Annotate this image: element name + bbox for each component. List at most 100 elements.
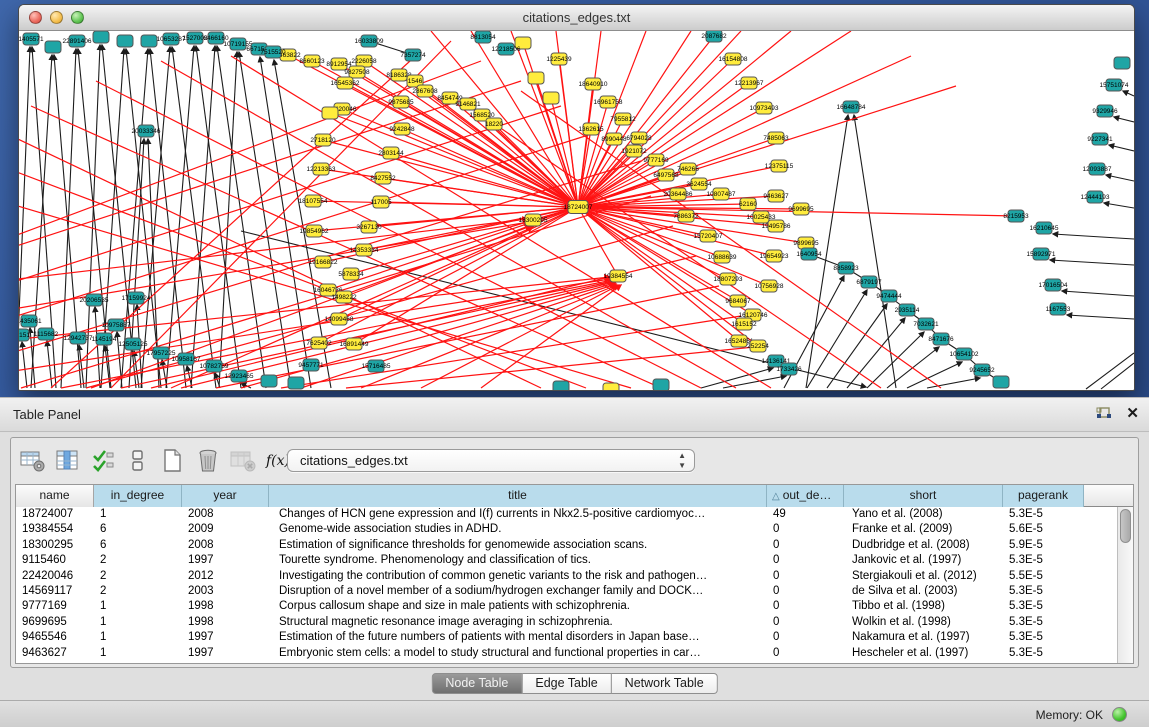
cell-title: Estimation of significance thresholds fo… [269, 538, 767, 553]
select-rows-icon[interactable] [87, 446, 119, 476]
merge-icon[interactable] [122, 446, 154, 476]
graph-node-label: 12505125 [119, 341, 148, 348]
tab-edge-table[interactable]: Edge Table [522, 673, 611, 694]
graph-node-label: 16210645 [1030, 225, 1059, 232]
table-panel-body: f(x) citations_edges.txt ▲▼ namein_degre… [0, 433, 1149, 700]
table-row[interactable]: 1456911722003Disruption of a novel membe… [16, 584, 1117, 599]
graph-node-label: 9777169 [643, 157, 669, 164]
cell-in-degree: 1 [94, 630, 182, 645]
graph-node[interactable] [993, 376, 1009, 388]
window-title: citations_edges.txt [19, 10, 1134, 25]
graph-node-label: 7357274 [400, 52, 426, 59]
graph-node-label: 7886372 [673, 213, 699, 220]
table-scrollbar[interactable] [1117, 507, 1133, 663]
cell-out-degree: 0 [767, 630, 844, 645]
graph-node[interactable] [1114, 57, 1130, 69]
graph-node[interactable] [45, 41, 61, 53]
cell-out-degree: 0 [767, 615, 844, 630]
cell-in-degree: 1 [94, 615, 182, 630]
graph-node-label: 9146821 [455, 101, 481, 108]
graph-node-label: 12213363 [307, 166, 336, 173]
graph-node[interactable] [288, 377, 304, 389]
window-titlebar[interactable]: citations_edges.txt [19, 5, 1134, 31]
table-row[interactable]: 911546021997Tourette syndrome. Phenomeno… [16, 553, 1117, 568]
column-header-name[interactable]: name [16, 485, 94, 507]
header-filler [1084, 485, 1133, 506]
cell-year: 2012 [182, 569, 269, 584]
graph-node-label: 9827508 [344, 69, 370, 76]
graph-node-label: 9242848 [389, 126, 415, 133]
table-row[interactable]: 946362711997Embryonic stem cells: a mode… [16, 646, 1117, 661]
close-panel-icon[interactable]: ✕ [1126, 406, 1139, 422]
cell-short: Hescheler et al. (1997) [844, 646, 1003, 661]
cell-short: Jankovic et al. (1997) [844, 553, 1003, 568]
select-columns-icon[interactable] [52, 446, 84, 476]
tab-node-table[interactable]: Node Table [431, 673, 522, 694]
graph-node[interactable] [322, 107, 338, 119]
graph-node[interactable] [261, 375, 277, 387]
graph-node-label: 10807487 [707, 191, 736, 198]
table-row[interactable]: 977716911998Corpus callosum shape and si… [16, 599, 1117, 614]
graph-node[interactable] [543, 92, 559, 104]
graph-node-label: 15751074 [1100, 82, 1129, 89]
graph-node-label: 10654102 [950, 351, 979, 358]
cell-pagerank: 5.9E-5 [1003, 538, 1084, 553]
graph-node-label: 12213967 [735, 80, 764, 87]
table-row[interactable]: 969969511998Structural magnetic resonanc… [16, 615, 1117, 630]
table-row[interactable]: 1872400712008Changes of HCN gene express… [16, 507, 1117, 522]
table-mode-icon[interactable] [17, 446, 49, 476]
column-header-in-degree[interactable]: in_degree [94, 485, 182, 507]
delete-table-icon[interactable] [227, 446, 259, 476]
graph-node[interactable] [603, 383, 619, 391]
graph-node-label: 10973493 [750, 105, 779, 112]
cell-out-degree: 0 [767, 553, 844, 568]
graph-node-label: 9684067 [725, 298, 751, 305]
cell-title: Tourette syndrome. Phenomenology and cla… [269, 553, 767, 568]
table-row[interactable]: 946554611997Estimation of the future num… [16, 630, 1117, 645]
graph-node[interactable] [141, 35, 157, 47]
graph-node[interactable] [553, 381, 569, 391]
table-row[interactable]: 2242004622012Investigating the contribut… [16, 569, 1117, 584]
column-header-out-degree[interactable]: △out_de… [767, 485, 844, 507]
graph-node-label: 14353334 [350, 247, 379, 254]
memory-status-label: Memory: OK [1036, 708, 1103, 722]
cell-in-degree: 1 [94, 507, 182, 522]
memory-status-indicator[interactable] [1112, 707, 1127, 722]
graph-node-label: 9474444 [876, 293, 902, 300]
cell-pagerank: 5.3E-5 [1003, 584, 1084, 599]
table-row[interactable]: 1938455462009Genome-wide association stu… [16, 522, 1117, 537]
table-selector-dropdown[interactable]: citations_edges.txt ▲▼ [287, 449, 695, 472]
column-header-year[interactable]: year [182, 485, 269, 507]
graph-node[interactable] [653, 379, 669, 391]
column-header-short[interactable]: short [844, 485, 1003, 507]
graph-node-label: 6497568 [653, 172, 679, 179]
scrollbar-thumb[interactable] [1120, 509, 1131, 543]
delete-icon[interactable] [192, 446, 224, 476]
cell-pagerank: 5.3E-5 [1003, 507, 1084, 522]
graph-node[interactable] [528, 72, 544, 84]
graph-node-label: 1435061 [19, 318, 42, 325]
network-view[interactable]: 1872400774638228660123891295422260589827… [19, 31, 1134, 391]
cell-pagerank: 5.3E-5 [1003, 599, 1084, 614]
cell-short: Wolkin et al. (1998) [844, 615, 1003, 630]
tab-network-table[interactable]: Network Table [612, 673, 718, 694]
table-row[interactable]: 1830029562008Estimation of significance … [16, 538, 1117, 553]
new-document-icon[interactable] [157, 446, 189, 476]
graph-node-label: 8660123 [299, 58, 325, 65]
graph-node-label: 1921072 [621, 148, 647, 155]
column-header-pagerank[interactable]: pagerank [1003, 485, 1084, 507]
graph-node-label: 62160 [739, 201, 757, 208]
graph-node-label: 9329946 [1092, 108, 1118, 115]
graph-node-label: 3624554 [686, 181, 712, 188]
graph-node[interactable] [93, 31, 109, 43]
column-header-title[interactable]: title [269, 485, 767, 507]
graph-node[interactable] [117, 35, 133, 47]
graph-node-label: 8813054 [470, 34, 496, 41]
cell-title: Investigating the contribution of common… [269, 569, 767, 584]
graph-node-label: 252254 [747, 343, 769, 350]
float-panel-icon[interactable] [1096, 407, 1112, 421]
graph-node-label: 18807293 [714, 276, 743, 283]
cell-in-degree: 6 [94, 538, 182, 553]
graph-node-label: 9899695 [793, 240, 819, 247]
cell-out-degree: 0 [767, 599, 844, 614]
